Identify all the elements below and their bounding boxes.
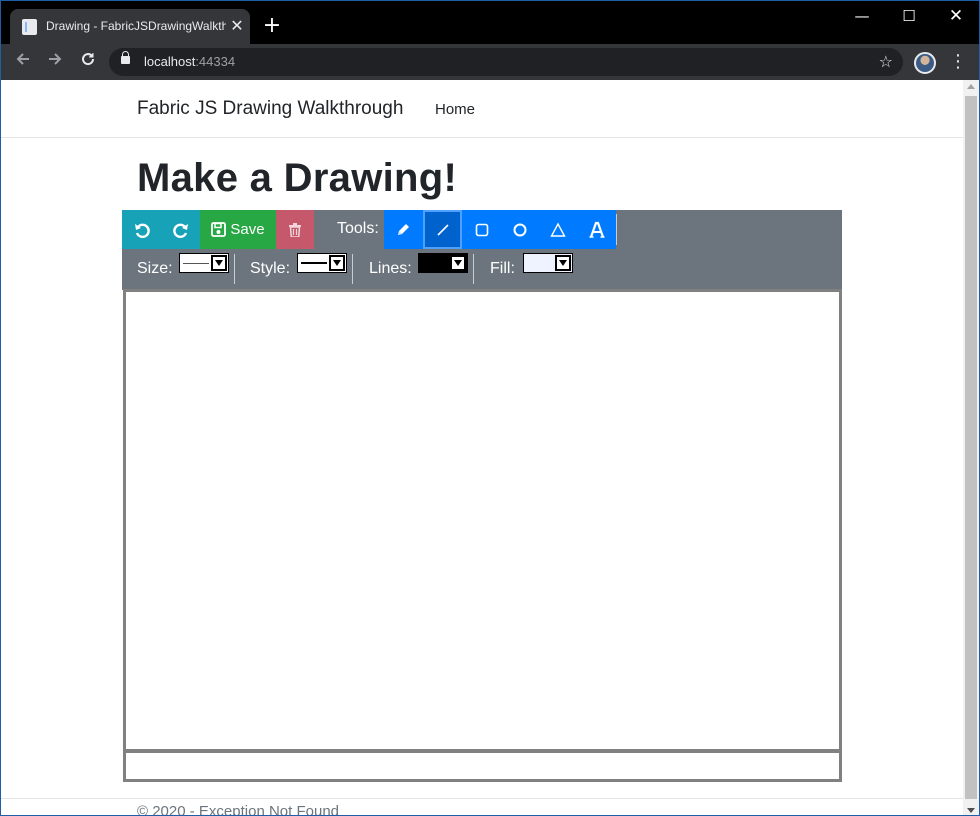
- drawing-toolbar: Save Tools: Size: Style: Lines: Fill:: [122, 210, 842, 290]
- triangle-tool-button[interactable]: [538, 210, 577, 249]
- undo-icon: [134, 223, 150, 238]
- line-color-picker[interactable]: [418, 253, 468, 273]
- fill-color-picker[interactable]: [523, 253, 573, 273]
- bookmark-star-icon[interactable]: ☆: [879, 52, 893, 72]
- address-bar[interactable]: localhost:44334 ☆: [109, 48, 903, 76]
- url-text: localhost:44334: [144, 54, 235, 69]
- title-bar: Drawing - FabricJSDrawingWalkth ✕ + — ☐ …: [1, 1, 979, 44]
- redo-button[interactable]: [161, 210, 200, 249]
- save-button[interactable]: Save: [200, 210, 276, 249]
- nav-home-link[interactable]: Home: [435, 101, 475, 118]
- pencil-icon: [398, 224, 409, 235]
- page-title: Make a Drawing!: [137, 156, 458, 200]
- options-divider: [234, 254, 235, 284]
- footer-copyright: © 2020 - Exception Not Found: [137, 803, 340, 816]
- undo-button[interactable]: [122, 210, 161, 249]
- redo-icon: [172, 223, 188, 238]
- browser-menu-icon[interactable]: ⋮: [948, 50, 968, 74]
- drawing-canvas[interactable]: [123, 289, 842, 752]
- pencil-tool-button[interactable]: [384, 210, 423, 249]
- style-label: Style:: [250, 260, 291, 277]
- profile-avatar[interactable]: [914, 52, 936, 74]
- maximize-button[interactable]: ☐: [886, 1, 932, 33]
- line-tool-button[interactable]: [423, 210, 462, 249]
- reload-icon[interactable]: [76, 50, 100, 74]
- minimize-button[interactable]: —: [839, 1, 885, 33]
- solid-line-preview: [301, 262, 327, 264]
- forward-arrow-icon[interactable]: [43, 50, 67, 74]
- options-divider: [352, 254, 353, 284]
- scroll-up-arrow-icon[interactable]: [967, 84, 975, 89]
- url-host: localhost: [144, 54, 196, 69]
- size-select[interactable]: [179, 253, 229, 273]
- save-label: Save: [230, 221, 265, 238]
- text-icon: [589, 221, 604, 238]
- back-arrow-icon[interactable]: [11, 50, 35, 74]
- vertical-scrollbar[interactable]: [963, 80, 979, 815]
- page-favicon-icon: [22, 19, 37, 35]
- browser-toolbar: localhost:44334 ☆ ⋮: [1, 44, 979, 80]
- trash-icon: [289, 222, 301, 237]
- lock-icon: [121, 51, 130, 64]
- site-brand[interactable]: Fabric JS Drawing Walkthrough: [137, 98, 403, 120]
- text-tool-button[interactable]: [577, 210, 616, 249]
- tools-label: Tools:: [337, 220, 379, 237]
- circle-icon: [513, 223, 526, 236]
- tab-close-icon[interactable]: ✕: [228, 16, 246, 36]
- lines-label: Lines:: [369, 260, 412, 277]
- toolbar-divider: [616, 214, 617, 245]
- fill-label: Fill:: [490, 260, 515, 277]
- thin-line-preview: [183, 263, 209, 264]
- rectangle-tool-button[interactable]: [462, 210, 501, 249]
- canvas-status-bar: [123, 750, 842, 782]
- dropdown-arrow-icon: [211, 255, 227, 271]
- scroll-thumb[interactable]: [965, 96, 977, 799]
- site-header: Fabric JS Drawing Walkthrough Home: [1, 80, 963, 138]
- size-label: Size:: [137, 260, 173, 277]
- delete-button[interactable]: [276, 210, 314, 249]
- style-select[interactable]: [297, 253, 347, 273]
- close-window-button[interactable]: ✕: [933, 1, 979, 33]
- page-viewport: Fabric JS Drawing Walkthrough Home Make …: [1, 80, 963, 816]
- triangle-icon: [549, 222, 566, 237]
- floppy-disk-icon: [211, 222, 227, 237]
- new-tab-button[interactable]: +: [260, 14, 284, 38]
- page-footer: © 2020 - Exception Not Found: [1, 798, 963, 816]
- dropdown-arrow-icon: [555, 255, 571, 271]
- url-port: :44334: [195, 54, 236, 69]
- scroll-down-arrow-icon[interactable]: [967, 808, 975, 813]
- tab-title: Drawing - FabricJSDrawingWalkth: [46, 19, 226, 33]
- square-icon: [475, 223, 488, 236]
- browser-tab[interactable]: Drawing - FabricJSDrawingWalkth ✕: [10, 9, 250, 44]
- line-icon: [436, 223, 449, 236]
- circle-tool-button[interactable]: [500, 210, 539, 249]
- options-divider: [473, 254, 474, 284]
- dropdown-arrow-icon: [329, 255, 345, 271]
- dropdown-arrow-icon: [450, 255, 466, 271]
- browser-window: Drawing - FabricJSDrawingWalkth ✕ + — ☐ …: [0, 0, 980, 816]
